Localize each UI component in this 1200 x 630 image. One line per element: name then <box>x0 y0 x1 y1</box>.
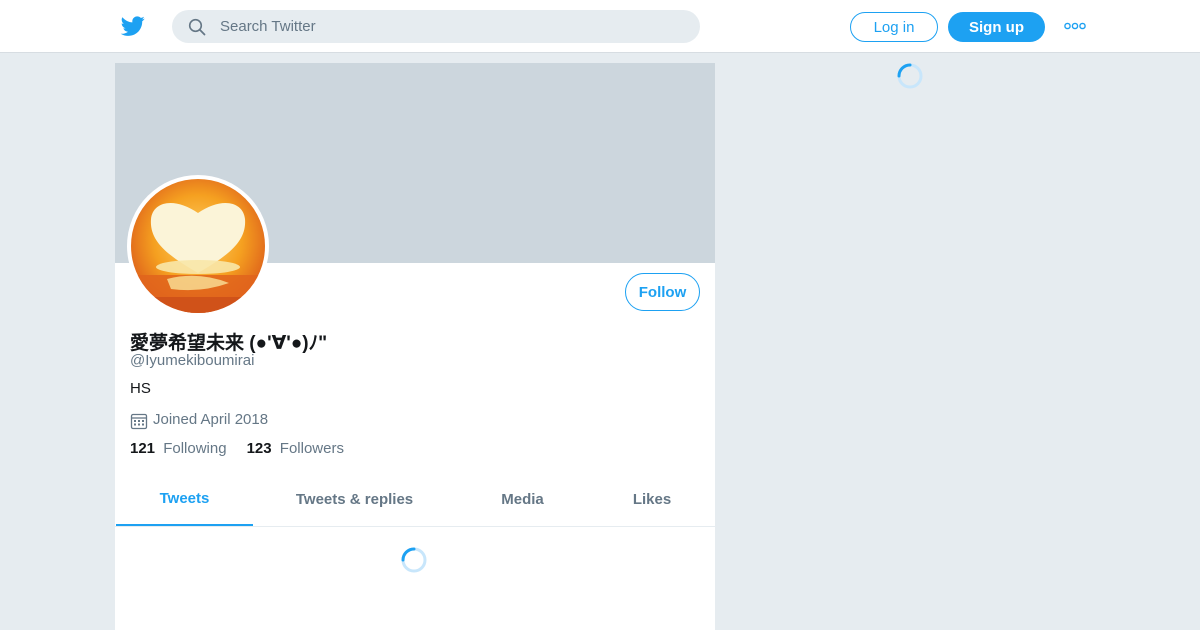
profile-handle[interactable]: @Iyumekiboumirai <box>130 352 254 369</box>
top-navigation-bar: Log in Sign up <box>0 0 1200 53</box>
search-input[interactable] <box>220 10 680 43</box>
following-count: 121 <box>130 440 156 457</box>
search-box[interactable] <box>172 10 700 43</box>
profile-stats: 121 Following 123 Followers <box>130 440 364 457</box>
followers-count: 123 <box>246 440 272 457</box>
avatar-image <box>131 179 265 313</box>
followers-stat[interactable]: 123 Followers <box>247 440 344 457</box>
follow-button[interactable]: Follow <box>625 273 700 311</box>
joined-label: Joined April 2018 <box>153 411 269 428</box>
search-icon <box>188 18 206 36</box>
tab-likes[interactable]: Likes <box>620 473 684 526</box>
tab-tweets[interactable]: Tweets <box>116 473 253 526</box>
profile-tabs: Tweets Tweets & replies Media Likes <box>115 473 715 527</box>
followers-label: Followers <box>279 440 344 457</box>
calendar-icon <box>130 413 148 430</box>
joined-date: Joined April 2018 <box>130 409 268 430</box>
profile-card: Follow 愛夢希望未来 (●'∀'●)ﾉ" @Iyumekiboumirai… <box>115 63 715 630</box>
tab-media[interactable]: Media <box>485 473 560 526</box>
following-label: Following <box>163 440 227 457</box>
signup-button[interactable]: Sign up <box>948 12 1045 42</box>
loading-spinner-icon <box>897 63 923 89</box>
twitter-bird-icon[interactable] <box>120 14 146 38</box>
tab-tweets-and-replies[interactable]: Tweets & replies <box>283 473 426 526</box>
login-button[interactable]: Log in <box>850 12 938 42</box>
profile-bio: HS <box>130 380 151 397</box>
avatar[interactable] <box>127 175 269 317</box>
more-options-icon[interactable] <box>1064 20 1086 32</box>
following-stat[interactable]: 121 Following <box>130 440 227 457</box>
profile-display-name: 愛夢希望未来 (●'∀'●)ﾉ" <box>130 333 328 354</box>
loading-spinner-icon <box>401 547 427 573</box>
